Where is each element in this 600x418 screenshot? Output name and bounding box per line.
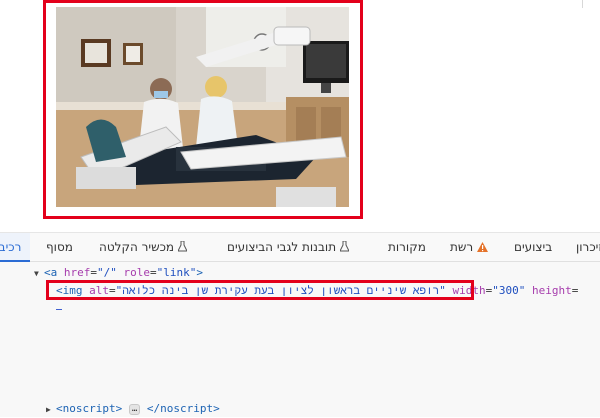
tab-label: רכיבי	[0, 240, 22, 254]
attr-value: "link"	[156, 266, 197, 279]
flask-icon	[177, 241, 187, 252]
tab-elements[interactable]: רכיבי	[0, 233, 30, 262]
text-cursor	[56, 309, 62, 310]
dom-node-noscript[interactable]: ▶ <noscript> … </noscript>	[46, 401, 220, 417]
tab-label: רשת	[450, 240, 474, 254]
ellipsis-badge[interactable]: …	[128, 404, 141, 415]
tab-console[interactable]: מסוף	[46, 233, 73, 262]
attr-value: "/"	[97, 266, 117, 279]
expand-triangle-icon[interactable]: ▶	[46, 402, 56, 418]
tab-label: תובנות לגבי הביצועים	[227, 240, 337, 254]
page-divider	[582, 0, 583, 8]
flask-icon	[339, 241, 349, 252]
tag-close: >	[196, 266, 203, 279]
highlighted-img-element	[46, 280, 474, 300]
tab-sources[interactable]: מקורות	[388, 233, 426, 262]
tab-label: מסוף	[46, 240, 73, 254]
dental-clinic-photo[interactable]	[56, 7, 349, 207]
expand-triangle-icon[interactable]: ▼	[34, 266, 44, 282]
attr-name: role	[123, 266, 151, 279]
attr-name: height	[532, 284, 572, 297]
attr-value: "300"	[492, 284, 526, 297]
tag-open: <a	[44, 266, 58, 279]
devtools-panel: רכיבי מסוף מכשיר הקלטה תובנות לגבי הביצו…	[0, 232, 600, 417]
tag-close: </noscript>	[146, 402, 220, 415]
tab-label: זיכרון	[576, 240, 600, 254]
devtools-tab-bar: רכיבי מסוף מכשיר הקלטה תובנות לגבי הביצו…	[0, 232, 600, 262]
tab-label: מכשיר הקלטה	[99, 240, 175, 254]
tab-label: מקורות	[388, 240, 426, 254]
tab-label: ביצועים	[514, 240, 553, 254]
warning-icon	[477, 242, 488, 252]
tab-network[interactable]: רשת	[450, 233, 488, 262]
webpage-area	[0, 0, 600, 232]
highlighted-image-frame	[43, 0, 363, 219]
tab-recorder[interactable]: מכשיר הקלטה	[99, 233, 187, 262]
tab-performance-insights[interactable]: תובנות לגבי הביצועים	[227, 233, 349, 262]
tab-performance[interactable]: ביצועים	[514, 233, 552, 262]
dom-node-a[interactable]: ▼ <a href="/" role="link">	[34, 265, 203, 281]
tag-open: <noscript>	[56, 402, 123, 415]
attr-name: href	[63, 266, 91, 279]
tab-memory[interactable]: זיכרון	[576, 233, 600, 262]
